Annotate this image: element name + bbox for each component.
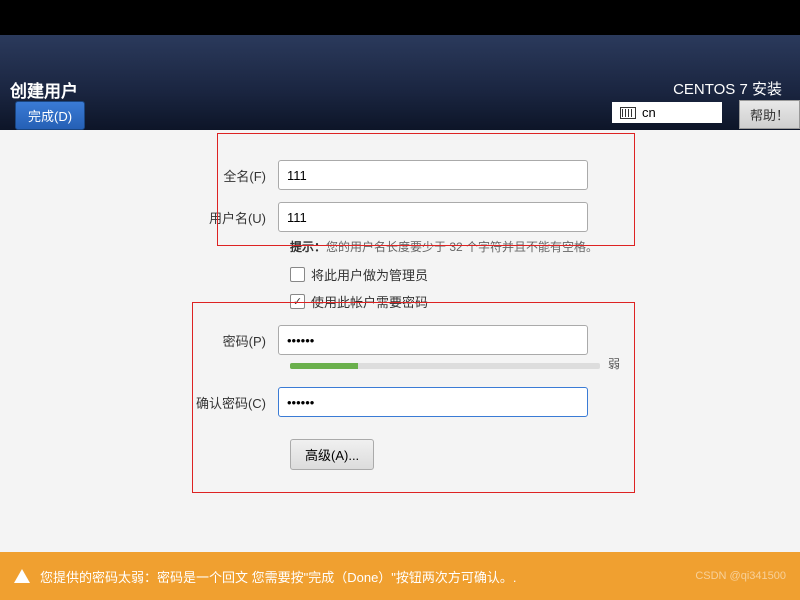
admin-checkbox-row[interactable]: 将此用户做为管理员	[290, 265, 800, 284]
header: 创建用户 完成(D) CENTOS 7 安装 cn 帮助！	[0, 35, 800, 130]
checkbox-checked-icon	[290, 294, 305, 309]
warning-message: 您提供的密码太弱：密码是一个回文 您需要按"完成（Done）"按钮两次方可确认。…	[40, 567, 517, 586]
watermark: CSDN @qi341500	[695, 570, 786, 582]
page-title: 创建用户	[10, 77, 78, 102]
password-strength-label: 弱	[608, 355, 620, 372]
password-strength-bar	[290, 363, 600, 369]
confirm-password-label: 确认密码(C)	[0, 393, 278, 412]
advanced-button[interactable]: 高级(A)...	[290, 439, 374, 470]
password-input[interactable]	[278, 325, 588, 355]
admin-checkbox-label: 将此用户做为管理员	[311, 265, 428, 284]
confirm-password-input[interactable]	[278, 387, 588, 417]
checkbox-icon	[290, 267, 305, 282]
require-password-checkbox-row[interactable]: 使用此帐户需要密码	[290, 292, 800, 311]
username-input[interactable]	[278, 202, 588, 232]
warning-icon	[14, 569, 30, 583]
username-label: 用户名(U)	[0, 208, 278, 227]
fullname-input[interactable]	[278, 160, 588, 190]
done-button[interactable]: 完成(D)	[15, 101, 85, 130]
username-hint: 提示：您的用户名长度要少于 32 个字符并且不能有空格。	[290, 238, 800, 255]
help-button[interactable]: 帮助！	[739, 100, 800, 129]
fullname-label: 全名(F)	[0, 166, 278, 185]
keyboard-layout-selector[interactable]: cn	[612, 102, 722, 123]
installer-title: CENTOS 7 安装	[673, 78, 782, 99]
warning-bar: 您提供的密码太弱：密码是一个回文 您需要按"完成（Done）"按钮两次方可确认。…	[0, 552, 800, 600]
password-label: 密码(P)	[0, 331, 278, 350]
keyboard-icon	[620, 107, 636, 119]
keyboard-lang: cn	[642, 105, 656, 120]
require-password-label: 使用此帐户需要密码	[311, 292, 428, 311]
main-form: 全名(F) 用户名(U) 提示：您的用户名长度要少于 32 个字符并且不能有空格…	[0, 130, 800, 587]
